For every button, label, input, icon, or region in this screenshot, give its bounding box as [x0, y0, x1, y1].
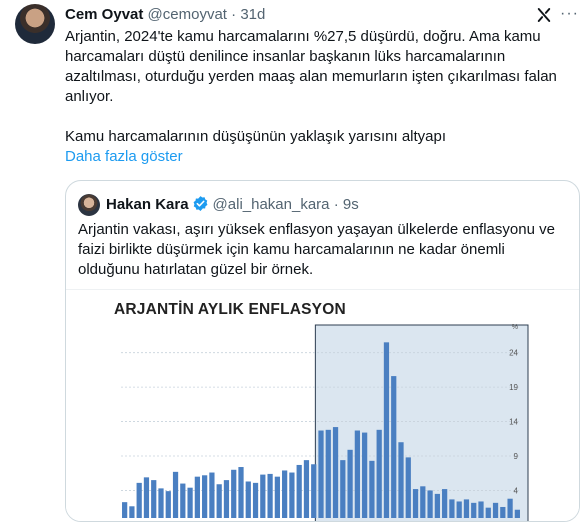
chart-bar: [238, 467, 244, 518]
y-tick-label: 14: [509, 418, 518, 427]
chart-bar: [405, 457, 411, 518]
chart-bar: [267, 473, 273, 518]
chart-bar: [303, 460, 310, 518]
chart-bar: [332, 427, 339, 518]
y-tick-label: 24: [509, 349, 518, 358]
show-more-link[interactable]: Daha fazla göster: [65, 147, 183, 167]
chart-bar: [391, 376, 397, 518]
more-options-icon[interactable]: ···: [560, 5, 580, 25]
chart-bar: [187, 487, 193, 518]
chart-bar: [427, 490, 433, 518]
chart-bar: [434, 493, 440, 518]
chart-bar: [252, 482, 259, 518]
quoted-tweet[interactable]: Hakan Kara @ali_hakan_kara · 9s Arjantin …: [65, 180, 580, 522]
chart-bar: [362, 432, 368, 518]
chart-bar: [514, 509, 520, 518]
verified-badge-icon: [193, 196, 207, 211]
chart-bar: [172, 471, 179, 518]
quoted-tweet-header: Hakan Kara @ali_hakan_kara · 9s: [106, 195, 359, 215]
chart-bar: [383, 342, 390, 518]
chart-bar: [347, 449, 353, 518]
chart-bar: [209, 472, 215, 518]
chart-bar: [318, 430, 324, 518]
tweet-text-paragraph-2: Kamu harcamalarının düşüşünün yaklaşık y…: [65, 128, 447, 145]
quoted-author-name[interactable]: Hakan Kara: [106, 196, 189, 213]
chart-bar: [282, 470, 288, 518]
author-handle[interactable]: @cemoyvat: [148, 6, 227, 23]
tweet-text-paragraph-1: Arjantin, 2024'te kamu harcamalarını %27…: [65, 28, 557, 105]
y-tick-label: 9: [514, 452, 519, 461]
chart-bar: [216, 484, 222, 518]
chart-bar: [485, 507, 491, 518]
quoted-separator: ·: [333, 196, 339, 213]
tweet-header: Cem Oyvat @cemoyvat · 31d: [65, 5, 265, 25]
chart-bar: [369, 460, 375, 518]
chart-bar: [136, 482, 142, 518]
chart-bar: [129, 506, 135, 518]
chart-bar: [376, 429, 382, 518]
chart-bar: [463, 499, 470, 518]
quoted-author-avatar[interactable]: [78, 194, 100, 216]
author-name[interactable]: Cem Oyvat: [65, 6, 143, 23]
grok-icon[interactable]: [535, 6, 553, 24]
quoted-author-handle[interactable]: @ali_hakan_kara: [213, 196, 330, 213]
quoted-tweet-text: Arjantin vakası, aşırı yüksek enflasyon …: [78, 221, 555, 278]
separator: ·: [231, 6, 237, 23]
chart-bar: [122, 502, 128, 518]
chart-bar: [296, 464, 302, 518]
chart-bar: [231, 469, 237, 518]
chart-bar: [492, 502, 499, 518]
quoted-timestamp: 9s: [342, 196, 359, 213]
chart-bar: [165, 491, 171, 518]
chart-image[interactable]: ARJANTİN AYLIK ENFLASYON 4 9 14 19 24%: [66, 289, 579, 521]
chart-bar: [274, 476, 280, 518]
chart-bar: [260, 474, 266, 518]
chart-bar: [202, 475, 208, 518]
y-axis-unit: %: [512, 324, 518, 331]
tweet-text: Arjantin, 2024'te kamu harcamalarını %27…: [65, 27, 575, 147]
chart-bar: [311, 464, 317, 518]
chart-bar: [471, 502, 477, 518]
chart-bar: [420, 486, 426, 518]
chart-bar: [223, 480, 230, 518]
tweet-timestamp[interactable]: 31d: [240, 6, 265, 23]
chart-bar: [325, 429, 331, 518]
y-tick-label: 19: [509, 383, 518, 392]
y-tick-label: 4: [514, 486, 519, 495]
chart-bar: [143, 477, 150, 518]
chart-bar: [507, 498, 513, 518]
inflation-chart: 4 9 14 19 24%: [121, 324, 529, 521]
chart-bar: [151, 480, 157, 518]
author-avatar[interactable]: [15, 4, 55, 44]
chart-bar: [158, 488, 164, 518]
chart-bar: [449, 499, 455, 518]
chart-bar: [500, 506, 506, 518]
chart-bar: [398, 442, 404, 518]
chart-bar: [245, 481, 251, 518]
chart-bar: [180, 483, 186, 518]
chart-bar: [289, 472, 295, 518]
chart-bar: [354, 430, 360, 518]
chart-bar: [340, 460, 346, 518]
chart-bar: [194, 476, 200, 518]
